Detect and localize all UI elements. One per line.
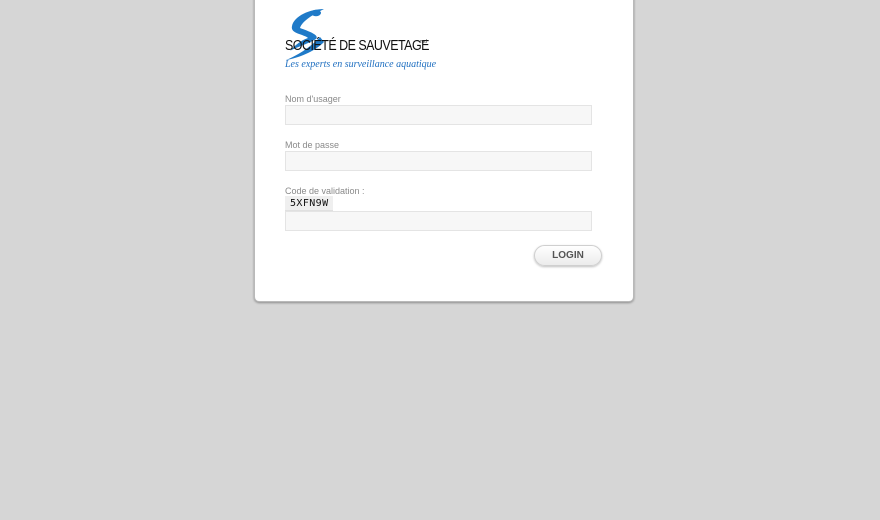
- captcha-image: 5XFN9W: [285, 196, 333, 211]
- password-input[interactable]: [285, 151, 592, 171]
- brand-tagline: Les experts en surveillance aquatique: [285, 59, 437, 70]
- brand-trademark: md: [420, 39, 427, 45]
- lifesaving-society-logo-icon: [286, 9, 324, 60]
- login-button[interactable]: LOGIN: [534, 245, 602, 266]
- validation-code-input[interactable]: [285, 211, 592, 231]
- brand-name: SOCIÉTÉ DE SAUVETAGE: [285, 38, 430, 54]
- validation-code-label: Code de validation :: [285, 186, 365, 196]
- login-card: SOCIÉTÉ DE SAUVETAGE md Les experts en s…: [254, 0, 634, 302]
- username-label: Nom d'usager: [285, 94, 341, 104]
- password-label: Mot de passe: [285, 140, 340, 150]
- username-input[interactable]: [285, 105, 592, 125]
